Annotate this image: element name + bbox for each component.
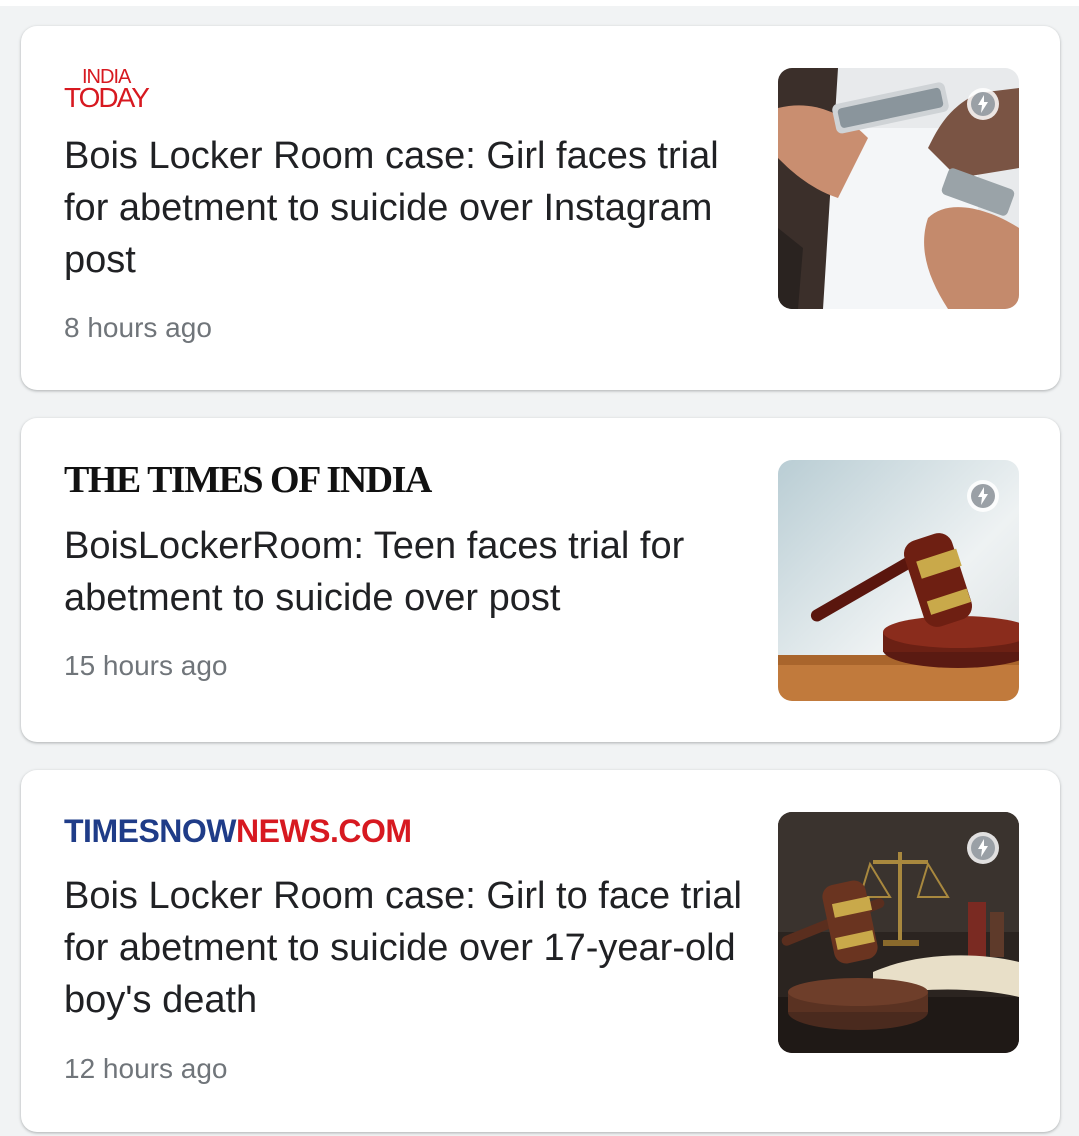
article-timestamp: 12 hours ago bbox=[64, 1053, 228, 1084]
news-feed: INDIA TODAY Bois Locker Room case: Girl … bbox=[0, 0, 1079, 1136]
article-headline[interactable]: Bois Locker Room case: Girl to face tria… bbox=[64, 870, 754, 1026]
logo-part-newscom: NEWS.COM bbox=[235, 813, 412, 849]
logo-part-timesnow: TIMESNOW bbox=[64, 813, 236, 849]
news-card[interactable]: INDIA TODAY Bois Locker Room case: Girl … bbox=[21, 26, 1060, 390]
article-thumbnail[interactable] bbox=[778, 812, 1019, 1053]
amp-lightning-icon bbox=[967, 832, 999, 864]
amp-lightning-icon bbox=[967, 480, 999, 512]
article-thumbnail[interactable] bbox=[778, 68, 1019, 309]
article-timestamp: 8 hours ago bbox=[64, 312, 212, 343]
article-headline[interactable]: Bois Locker Room case: Girl faces trial … bbox=[64, 130, 754, 286]
source-logo-times-of-india: THE TIMES OF INDIA bbox=[64, 459, 432, 501]
top-strip bbox=[0, 0, 1079, 6]
article-headline[interactable]: BoisLockerRoom: Teen faces trial for abe… bbox=[64, 520, 754, 624]
logo-line-2: TODAY bbox=[64, 82, 150, 113]
amp-lightning-icon bbox=[967, 88, 999, 120]
source-logo-india-today: INDIA TODAY bbox=[64, 67, 164, 113]
news-card[interactable]: TIMESNOWNEWS.COM Bois Locker Room case: … bbox=[21, 770, 1060, 1132]
source-logo-timesnownews: TIMESNOWNEWS.COM bbox=[64, 811, 412, 851]
article-thumbnail[interactable] bbox=[778, 460, 1019, 701]
news-card[interactable]: THE TIMES OF INDIA BoisLockerRoom: Teen … bbox=[21, 418, 1060, 742]
article-timestamp: 15 hours ago bbox=[64, 650, 228, 681]
